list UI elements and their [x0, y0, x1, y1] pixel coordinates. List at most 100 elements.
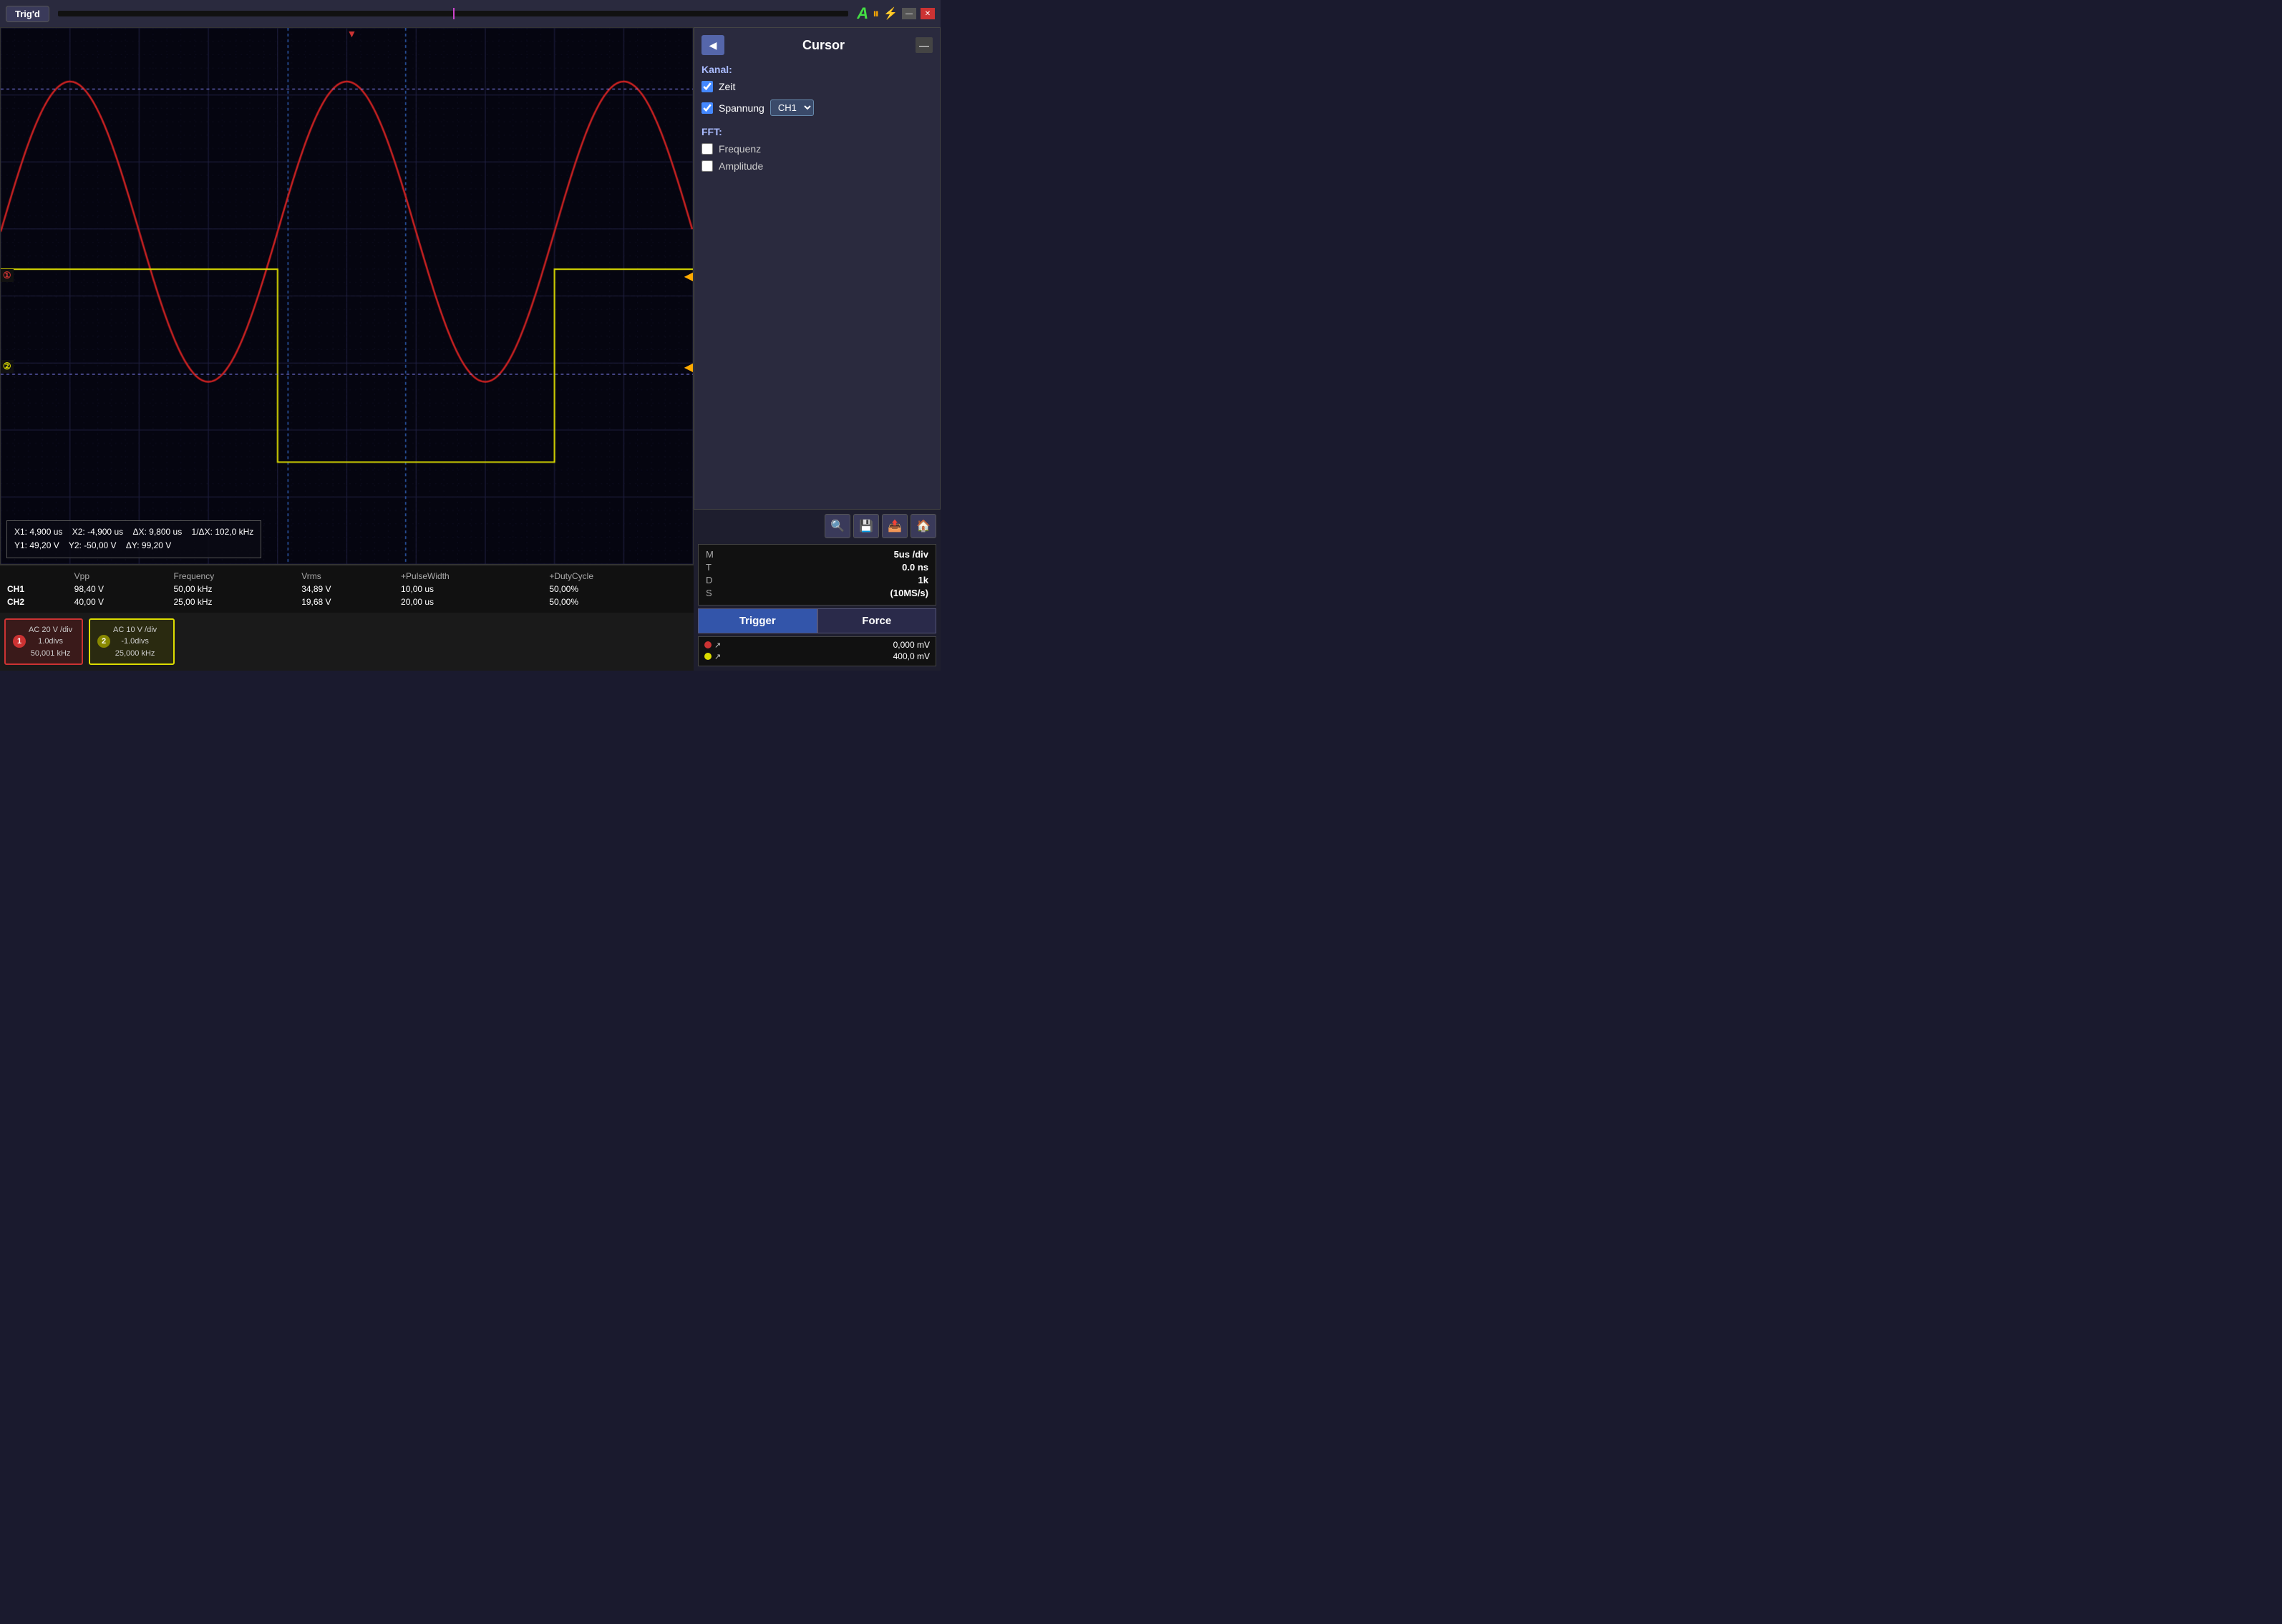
time-div-grid: M 5us /div T 0.0 ns D 1k S (10MS/s): [698, 544, 936, 606]
ch2-row: CH2 40,00 V 25,00 kHz 19,68 V 20,00 us 5…: [7, 595, 686, 608]
ch2-freq: 25,00 kHz: [174, 595, 302, 608]
ch1-vpp: 98,40 V: [74, 583, 174, 595]
bottom-right-controls: 🔍 💾 📤 🏠 M 5us /div T 0.0 ns D 1k: [694, 510, 941, 671]
trigger-arrow-right: ◀: [684, 269, 693, 283]
ch1-number: 1: [13, 635, 26, 648]
spannung-checkbox[interactable]: [701, 102, 713, 114]
ch1-freq: 50,00 kHz: [174, 583, 302, 595]
d-val: 1k: [918, 575, 928, 585]
top-bar: Trig'd A ⏸ ⚡ — ✕: [0, 0, 941, 27]
cursor-y2: Y2: -50,00 V: [69, 540, 117, 550]
frequenz-label: Frequenz: [719, 143, 761, 155]
s-key: S: [706, 588, 712, 598]
ch2-settings-button[interactable]: 2 AC 10 V /div -1.0divs 25,000 kHz: [89, 618, 175, 666]
trigger-values: ↗ 0,000 mV ↗ 400,0 mV: [698, 636, 936, 666]
ch2-info: AC 10 V /div -1.0divs 25,000 kHz: [113, 624, 157, 660]
cursor-minus-button[interactable]: —: [916, 37, 933, 53]
t-val: 0.0 ns: [902, 562, 928, 573]
ch1-info: AC 20 V /div 1.0divs 50,001 kHz: [29, 624, 72, 660]
home-icon-button[interactable]: 🏠: [911, 514, 936, 538]
m-key: M: [706, 549, 714, 560]
minimize-button[interactable]: —: [902, 8, 916, 19]
zeit-label: Zeit: [719, 81, 735, 92]
col-vrms: Vrms: [301, 570, 401, 583]
frequenz-row: Frequenz: [701, 143, 933, 155]
force-button[interactable]: Force: [817, 608, 937, 633]
trigger-button[interactable]: Trigger: [698, 608, 817, 633]
trigger-arrow-top: ▼: [347, 28, 357, 39]
ch2-label: CH2: [7, 595, 74, 608]
ch1-settings-button[interactable]: 1 AC 20 V /div 1.0divs 50,001 kHz: [4, 618, 83, 666]
tv-ch1-arrow: ↗: [714, 641, 721, 650]
cursor-x1: X1: 4,900 us: [14, 527, 62, 537]
frequenz-checkbox[interactable]: [701, 143, 713, 155]
col-vpp: Vpp: [74, 570, 174, 583]
ch2-vpp: 40,00 V: [74, 595, 174, 608]
cursor-x2: X2: -4,900 us: [72, 527, 123, 537]
cursor-y1: Y1: 49,20 V: [14, 540, 59, 550]
trigger-force-row: Trigger Force: [698, 608, 936, 633]
right-panel: ◀ Cursor — Kanal: Zeit Spannung CH1 CH2 …: [694, 27, 941, 671]
ch1-pw: 10,00 us: [401, 583, 549, 595]
kanal-label: Kanal:: [701, 64, 933, 75]
measurement-bar: Vpp Frequency Vrms +PulseWidth +DutyCycl…: [0, 565, 694, 613]
t-row: T 0.0 ns: [706, 562, 928, 573]
ch1-indicator: ①: [1, 269, 14, 282]
amplitude-label: Amplitude: [719, 160, 763, 172]
save-icon-button[interactable]: 💾: [853, 514, 879, 538]
tv-ch2-val: 400,0 mV: [893, 651, 930, 661]
ch2-number: 2: [97, 635, 110, 648]
s-row: S (10MS/s): [706, 588, 928, 598]
ch1-row: CH1 98,40 V 50,00 kHz 34,89 V 10,00 us 5…: [7, 583, 686, 595]
channel-select[interactable]: CH1 CH2: [770, 99, 814, 116]
waveform-container[interactable]: ▼ ① ② ◀ ◀ X1: 4,900 us X2: -4,900 us ΔX:…: [0, 27, 694, 565]
pause-icon: ⏸: [873, 6, 879, 21]
m-val: 5us /div: [894, 549, 928, 560]
tv-ch1-dot: [704, 641, 712, 648]
zeit-checkbox[interactable]: [701, 81, 713, 92]
ch2-indicator: ②: [1, 360, 14, 373]
amplitude-row: Amplitude: [701, 160, 933, 172]
cursor-info-box: X1: 4,900 us X2: -4,900 us ΔX: 9,800 us …: [6, 520, 261, 558]
ch1-label: CH1: [7, 583, 74, 595]
ch1-vrms: 34,89 V: [301, 583, 401, 595]
zoom-icon-button[interactable]: 🔍: [825, 514, 850, 538]
waveform-canvas: [1, 28, 693, 564]
measurement-table: Vpp Frequency Vrms +PulseWidth +DutyCycl…: [7, 570, 686, 608]
spannung-row: Spannung CH1 CH2: [701, 99, 933, 116]
fft-label: FFT:: [701, 126, 933, 137]
m-row: M 5us /div: [706, 549, 928, 560]
amplitude-checkbox[interactable]: [701, 160, 713, 172]
col-empty: [7, 570, 74, 583]
trigger-arrow2-right: ◀: [684, 360, 693, 374]
ch1-dc: 50,00%: [549, 583, 686, 595]
scope-area: ▼ ① ② ◀ ◀ X1: 4,900 us X2: -4,900 us ΔX:…: [0, 27, 694, 671]
ch2-dc: 50,00%: [549, 595, 686, 608]
s-val: (10MS/s): [890, 588, 928, 598]
ch2-vrms: 19,68 V: [301, 595, 401, 608]
d-row: D 1k: [706, 575, 928, 585]
tv-ch2-dot: [704, 653, 712, 660]
cursor-title: Cursor: [732, 38, 916, 53]
trig-badge: Trig'd: [6, 6, 49, 22]
cursor-inv-dx: 1/ΔX: 102,0 kHz: [192, 527, 254, 537]
tv-ch2-arrow: ↗: [714, 652, 721, 661]
zeit-row: Zeit: [701, 81, 933, 92]
cursor-dx: ΔX: 9,800 us: [132, 527, 182, 537]
spannung-label: Spannung: [719, 102, 764, 114]
col-pw: +PulseWidth: [401, 570, 549, 583]
ch2-pw: 20,00 us: [401, 595, 549, 608]
col-freq: Frequency: [174, 570, 302, 583]
cursor-header: ◀ Cursor —: [701, 35, 933, 55]
cursor-dy: ΔY: 99,20 V: [126, 540, 171, 550]
cursor-back-button[interactable]: ◀: [701, 35, 724, 55]
cursor-panel: ◀ Cursor — Kanal: Zeit Spannung CH1 CH2 …: [694, 27, 941, 510]
t-key: T: [706, 562, 712, 573]
tv-ch2-row: ↗ 400,0 mV: [704, 651, 930, 661]
fft-section: FFT: Frequenz Amplitude: [701, 126, 933, 172]
close-button[interactable]: ✕: [921, 8, 935, 19]
col-dc: +DutyCycle: [549, 570, 686, 583]
control-icons-row: 🔍 💾 📤 🏠: [825, 514, 936, 538]
export-icon-button[interactable]: 📤: [882, 514, 908, 538]
progress-bar: [58, 11, 848, 16]
